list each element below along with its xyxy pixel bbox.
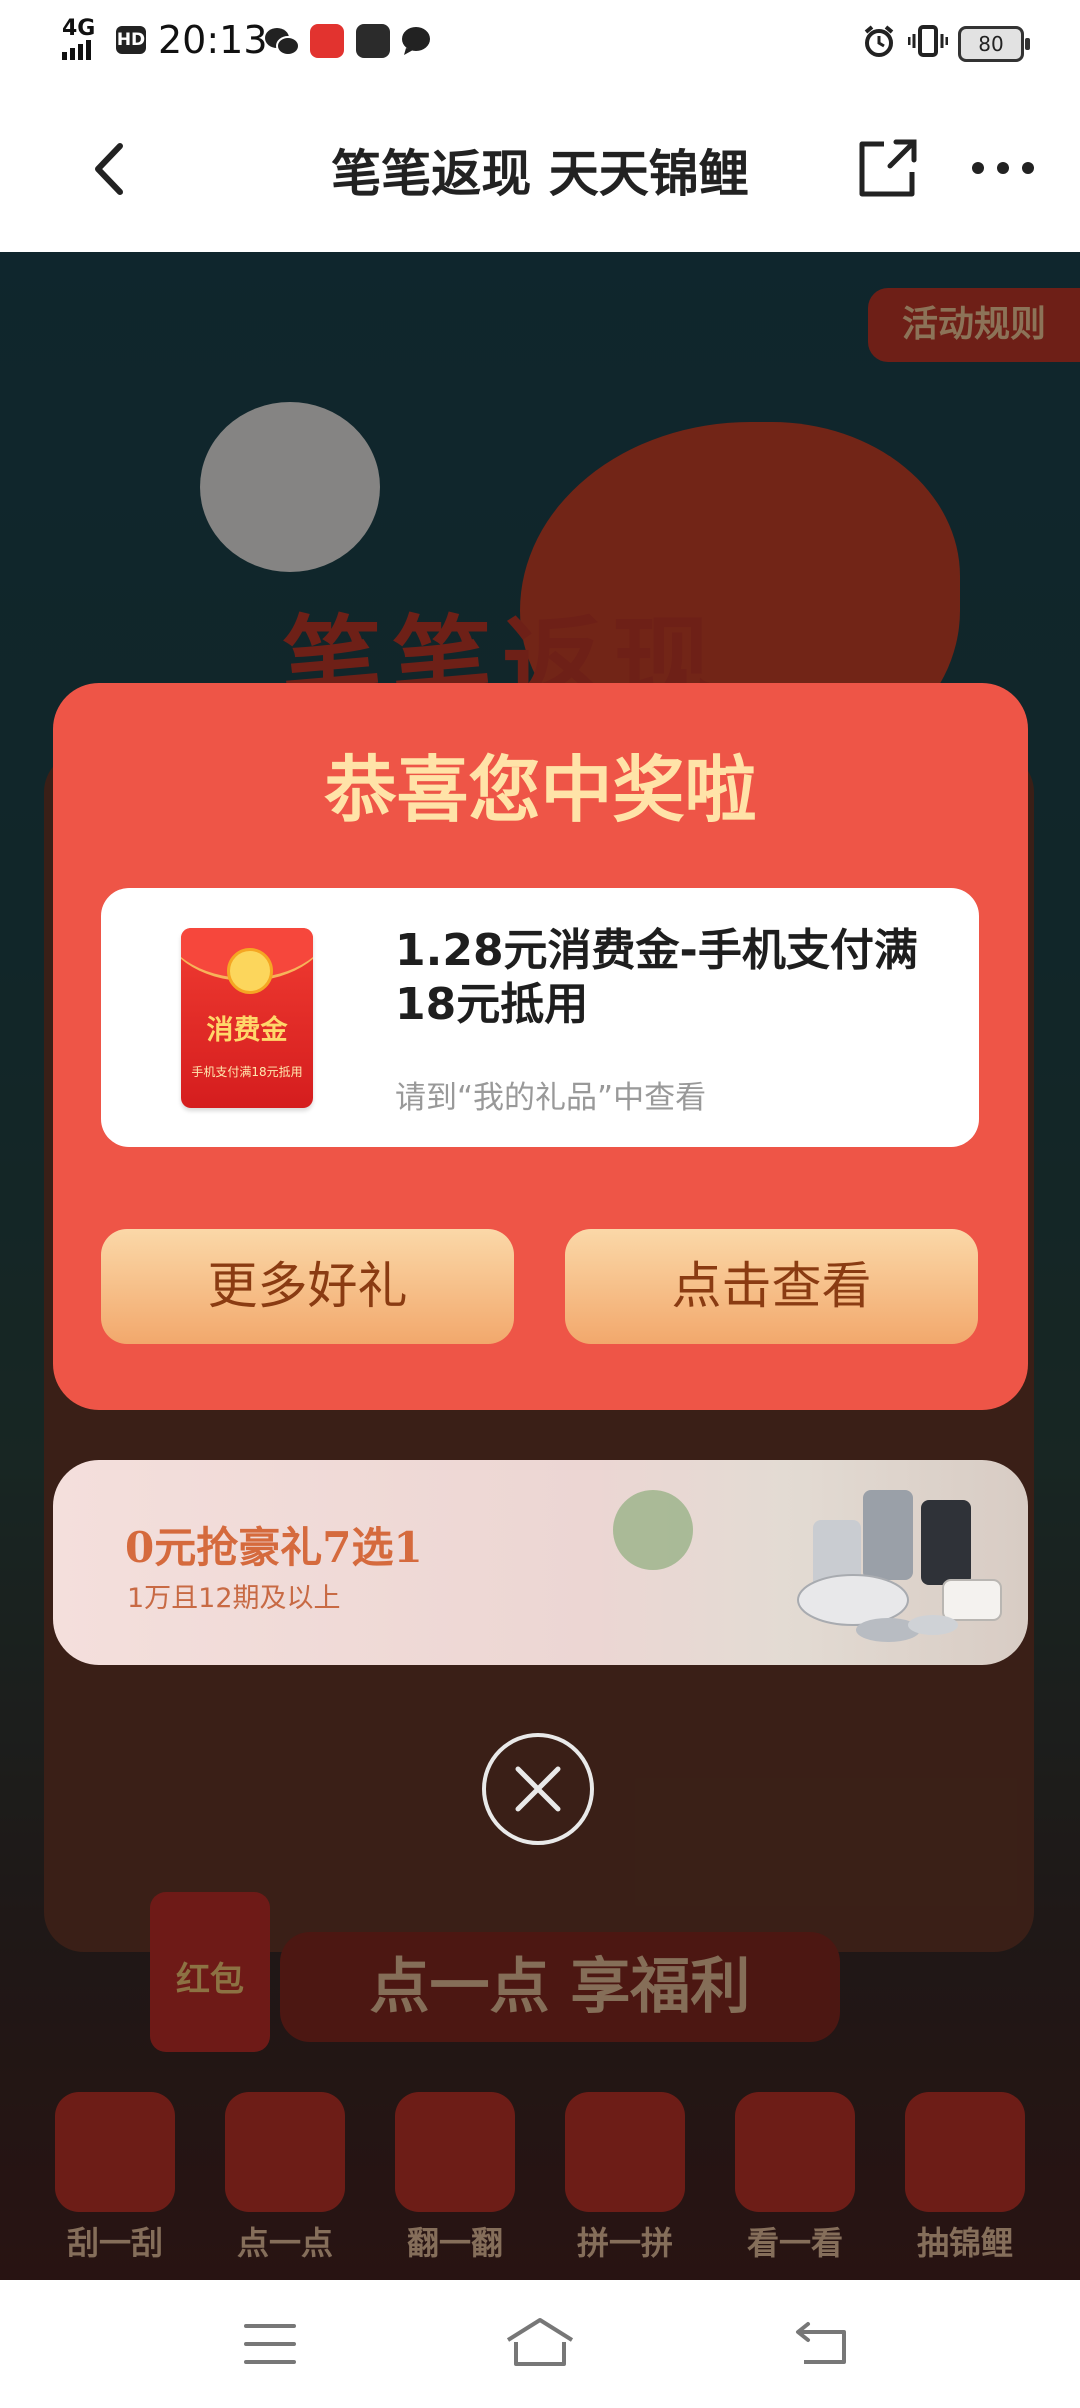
message-icon — [356, 24, 390, 58]
menu-icon — [244, 2324, 296, 2364]
system-nav-bar — [0, 2280, 1080, 2408]
coupon-envelope-icon: 消费金 手机支付满18元抵用 — [181, 928, 313, 1108]
app-notification-icon — [310, 24, 344, 58]
vibrate-icon — [907, 24, 949, 62]
promo-banner[interactable]: 0元抢豪礼7选1 1万且12期及以上 — [53, 1460, 1028, 1665]
network-type: 4G — [62, 16, 96, 41]
prize-name: 1.28元消费金-手机支付满18元抵用 — [395, 925, 918, 1030]
coin-icon — [227, 948, 273, 994]
wechat-icon — [264, 26, 300, 62]
prize-card: 消费金 手机支付满18元抵用 1.28元消费金-手机支付满18元抵用 请到“我的… — [101, 888, 979, 1147]
battery-icon: 80 — [958, 26, 1030, 62]
view-prize-button[interactable]: 点击查看 — [565, 1229, 978, 1344]
envelope-label: 消费金 — [206, 1015, 288, 1046]
signal-icon — [62, 38, 95, 60]
alarm-icon — [862, 24, 896, 62]
more-button[interactable] — [968, 156, 1038, 180]
back-nav-button[interactable] — [794, 2318, 850, 2370]
nav-header: 笔笔返现 天天锦鲤 — [0, 84, 1080, 252]
more-icon — [972, 162, 1034, 174]
modal-title: 恭喜您中奖啦 — [324, 748, 757, 832]
plant-image — [613, 1490, 693, 1570]
hd-icon: HD — [116, 26, 146, 54]
envelope-subtitle: 手机支付满18元抵用 — [191, 1065, 303, 1079]
share-icon — [859, 139, 917, 197]
prize-modal: 恭喜您中奖啦 消费金 手机支付满18元抵用 1.28元消费金-手机支付满18元抵… — [53, 683, 1028, 1410]
promo-title: 0元抢豪礼7选1 — [125, 1523, 423, 1572]
prize-hint: 请到“我的礼品”中查看 — [395, 1080, 707, 1116]
return-icon — [796, 2322, 846, 2364]
share-button[interactable] — [856, 136, 920, 200]
chat-bubble-icon — [400, 26, 432, 60]
status-time: 20:13 — [158, 18, 268, 62]
network-indicator: 4G — [62, 18, 95, 60]
close-button[interactable] — [482, 1733, 594, 1845]
status-bar: 4G HD 20:13 80 — [0, 0, 1080, 84]
home-icon — [506, 2318, 574, 2366]
more-gifts-button[interactable]: 更多好礼 — [101, 1229, 514, 1344]
promo-subtitle: 1万且12期及以上 — [127, 1583, 341, 1614]
menu-button[interactable] — [244, 2322, 296, 2370]
home-button[interactable] — [504, 2316, 576, 2372]
close-icon — [515, 1766, 561, 1812]
luggage-product-image — [793, 1480, 1003, 1655]
